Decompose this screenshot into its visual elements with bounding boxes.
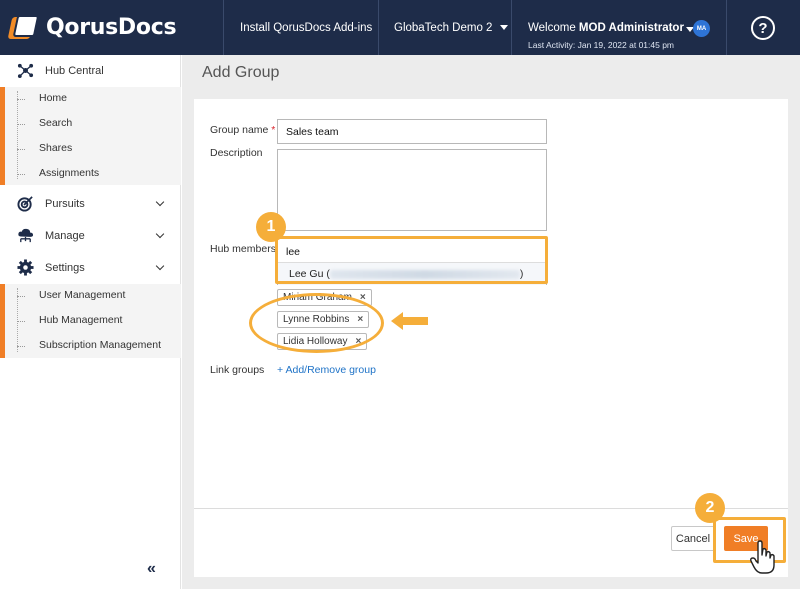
sidebar-item-hub-management[interactable]: Hub Management: [16, 314, 123, 326]
hub-members-label: Hub members: [210, 243, 276, 255]
workspace-selector[interactable]: GlobaTech Demo 2: [394, 0, 509, 55]
qorusdocs-logo[interactable]: QorusDocs: [7, 11, 177, 43]
callout-badge: 1: [256, 212, 286, 242]
divider: [378, 0, 379, 55]
sidebar-item-subscription-management[interactable]: Subscription Management: [17, 339, 161, 351]
sidebar-item-label: Home: [39, 92, 68, 104]
callout-highlight-members: [275, 236, 548, 284]
sidebar-item-home[interactable]: Home: [16, 92, 68, 104]
tree-line: [17, 91, 18, 179]
cloud-network-icon: [18, 228, 34, 243]
logo-text: QorusDocs: [46, 14, 177, 40]
link-groups-label: Link groups: [210, 364, 265, 376]
sidebar-item-label: Assignments: [39, 167, 100, 179]
sidebar-item-search[interactable]: Search: [16, 117, 73, 129]
sidebar-item-label: Pursuits: [45, 198, 85, 210]
sidebar-item-label: Shares: [39, 142, 73, 154]
group-name-label: Group name *: [210, 124, 275, 136]
group-name-label-text: Group name: [210, 124, 269, 136]
avatar[interactable]: MA: [693, 20, 710, 37]
divider: [726, 0, 727, 55]
sidebar-item-label: Settings: [45, 262, 85, 274]
sidebar-item-label: Hub Management: [39, 314, 123, 326]
collapse-sidebar-icon[interactable]: «: [147, 560, 156, 578]
user-menu[interactable]: Welcome MOD Administrator: [528, 22, 684, 34]
hub-central-submenu: Home Search Shares Assignments: [0, 87, 181, 185]
sidebar-item-label: Manage: [45, 230, 85, 242]
sidebar-item-assignments[interactable]: Assignments: [16, 167, 100, 179]
welcome-text: Welcome: [528, 22, 576, 34]
logo-icon: [7, 13, 40, 41]
group-name-input[interactable]: Sales team: [277, 119, 547, 144]
sidebar-item-user-management[interactable]: User Management: [16, 289, 126, 301]
chevron-down-icon: [155, 197, 165, 207]
divider: [511, 0, 512, 55]
sidebar-item-label: Search: [39, 117, 73, 129]
sidebar: Hub Central Home Search Shares Assignmen…: [0, 55, 181, 589]
sidebar-item-manage[interactable]: Manage: [0, 220, 181, 252]
chevron-down-icon: [155, 229, 165, 239]
top-bar: QorusDocs Install QorusDocs Add-ins Glob…: [0, 0, 800, 55]
help-icon[interactable]: ?: [751, 16, 775, 40]
arrow-left-icon: [391, 312, 428, 330]
hand-pointer-icon: [750, 540, 775, 574]
caret-down-icon: [500, 25, 509, 30]
user-name: MOD Administrator: [578, 22, 684, 34]
add-remove-group-link[interactable]: + Add/Remove group: [277, 364, 376, 376]
install-addins-link[interactable]: Install QorusDocs Add-ins: [240, 0, 372, 55]
sidebar-item-label: Hub Central: [45, 65, 104, 77]
sidebar-item-shares[interactable]: Shares: [16, 142, 73, 154]
divider: [223, 0, 224, 55]
sidebar-item-pursuits[interactable]: Pursuits: [0, 188, 181, 220]
description-label: Description: [210, 147, 263, 159]
page-title: Add Group: [202, 64, 280, 81]
last-activity: Last Activity: Jan 19, 2022 at 01:45 pm: [528, 40, 675, 50]
sidebar-item-label: Subscription Management: [39, 339, 161, 351]
hub-network-icon: [17, 63, 34, 79]
cancel-button[interactable]: Cancel: [671, 526, 715, 551]
target-icon: [17, 196, 33, 212]
chevron-down-icon: [155, 261, 165, 271]
callout-ellipse-members: [249, 293, 384, 353]
settings-submenu: User Management Hub Management Subscript…: [0, 284, 181, 358]
sidebar-item-settings[interactable]: Settings: [0, 252, 181, 284]
workspace-name: GlobaTech Demo 2: [394, 21, 493, 34]
sidebar-item-label: User Management: [39, 289, 126, 301]
required-mark: *: [271, 124, 276, 136]
gear-icon: [17, 259, 34, 276]
description-textarea[interactable]: [277, 149, 547, 231]
tree-line: [17, 288, 18, 352]
callout-badge: 2: [695, 493, 725, 523]
sidebar-item-hub-central[interactable]: Hub Central: [0, 55, 181, 87]
